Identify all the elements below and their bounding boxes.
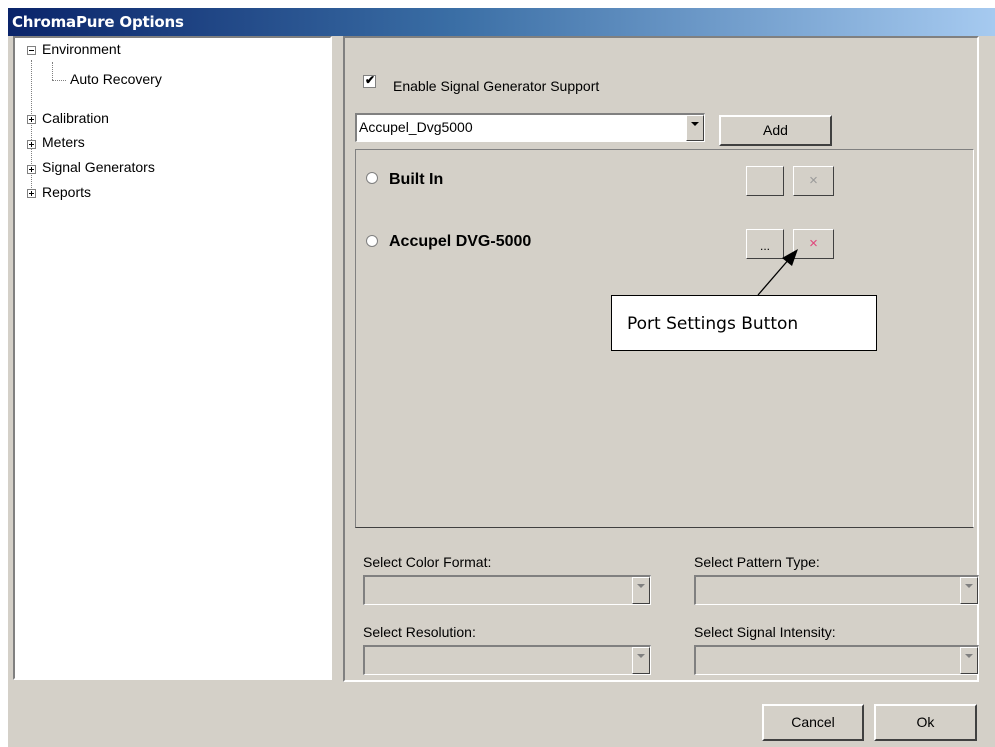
dropdown-arrow-icon[interactable] [632,577,650,604]
close-icon: × [809,235,818,252]
close-icon: × [809,172,818,189]
callout-text: Port Settings Button [627,314,799,334]
tree-item-environment[interactable]: Environment [42,41,121,57]
settings-button-built-in [746,166,784,196]
expand-icon[interactable] [27,115,36,124]
pattern-type-label: Select Pattern Type: [694,554,820,570]
add-button[interactable]: Add [719,115,832,146]
dropdown-arrow-icon[interactable] [686,115,704,141]
dropdown-arrow-icon[interactable] [960,577,978,604]
window-title: ChromaPure Options [12,13,184,31]
resolution-select[interactable] [363,645,651,675]
enable-signal-checkbox[interactable]: ✔ [363,73,376,88]
signal-intensity-label: Select Signal Intensity: [694,624,836,640]
expand-icon[interactable] [27,140,36,149]
collapse-icon[interactable] [27,46,36,55]
generator-select-value: Accupel_Dvg5000 [359,119,473,135]
tree-item-signal-generators[interactable]: Signal Generators [42,159,155,175]
dropdown-arrow-icon[interactable] [960,647,978,674]
tree-connector [52,80,66,81]
generator-name-accupel: Accupel DVG-5000 [389,233,532,250]
tree-item-meters[interactable]: Meters [42,134,85,150]
generator-name-built-in: Built In [389,171,444,188]
callout-box: Port Settings Button [611,295,877,351]
color-format-select[interactable] [363,575,651,605]
tree-connector [31,60,32,198]
dropdown-arrow-icon[interactable] [632,647,650,674]
enable-signal-label: Enable Signal Generator Support [393,78,600,94]
tree-item-reports[interactable]: Reports [42,184,91,200]
pattern-type-select[interactable] [694,575,979,605]
radio-accupel-dvg-5000[interactable] [366,235,378,247]
signal-intensity-select[interactable] [694,645,979,675]
title-bar[interactable]: ChromaPure Options [8,8,995,36]
remove-button-built-in: × [793,166,834,196]
options-tree[interactable]: Environment Auto Recovery Calibration Me… [13,36,332,680]
tree-item-auto-recovery[interactable]: Auto Recovery [70,71,162,87]
tree-item-calibration[interactable]: Calibration [42,110,109,126]
cancel-button[interactable]: Cancel [762,704,864,741]
expand-icon[interactable] [27,189,36,198]
checkmark-icon: ✔ [365,73,376,87]
expand-icon[interactable] [27,165,36,174]
color-format-label: Select Color Format: [363,554,492,570]
tree-connector [52,62,53,80]
radio-built-in[interactable] [366,172,378,184]
generator-select[interactable]: Accupel_Dvg5000 [355,113,705,142]
resolution-label: Select Resolution: [363,624,476,640]
ok-button[interactable]: Ok [874,704,977,741]
callout-arrow [757,249,798,296]
